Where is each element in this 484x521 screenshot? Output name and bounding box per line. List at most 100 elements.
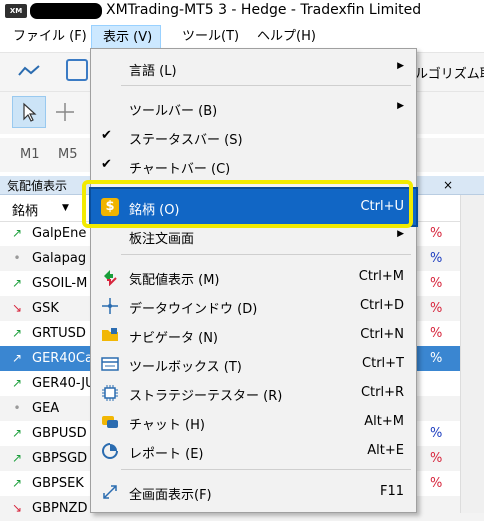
cursor-icon	[23, 102, 37, 122]
symbol-column-header[interactable]: 銘柄	[12, 200, 38, 219]
checkmark-icon: ✔	[101, 157, 112, 172]
symbol-name: GEA	[32, 401, 60, 416]
menu-separator	[121, 254, 411, 255]
change-percent: %	[430, 351, 443, 366]
app-logo-icon: XM	[5, 4, 27, 18]
menu-item-shortcut: Ctrl+M	[358, 269, 404, 284]
menu-item-label: 全画面表示(F)	[129, 488, 212, 503]
arrow-down-icon: ↘	[11, 501, 23, 515]
toolbox-icon	[101, 355, 119, 373]
menu-item-label: 言語 (L)	[129, 64, 177, 79]
menu-item-strategy-tester[interactable]: ストラテジーテスター (R) Ctrl+R	[91, 379, 416, 407]
menu-item-shortcut: Ctrl+D	[359, 298, 404, 313]
redacted-account	[30, 3, 102, 19]
menu-separator	[121, 85, 411, 86]
menu-help[interactable]: ヘルプ(H)	[252, 25, 321, 49]
menu-item-shortcut: F11	[379, 484, 404, 499]
menu-item-chat[interactable]: チャット (H) Alt+M	[91, 408, 416, 436]
fullscreen-icon	[101, 483, 119, 501]
crosshair-tool-icon[interactable]	[55, 102, 75, 122]
algo-trading-button[interactable]: ルゴリズム取引	[415, 63, 484, 82]
window-title: XMTrading-MT5 3 - Hedge - Tradexfin Limi…	[106, 2, 422, 18]
dollar-icon: $	[101, 198, 119, 216]
report-icon	[101, 442, 119, 460]
menu-item-shortcut: Ctrl+T	[362, 356, 404, 371]
submenu-arrow-icon: ▶	[397, 101, 404, 111]
symbol-name: GBPSGD	[32, 451, 88, 466]
symbol-name: GRTUSD	[32, 326, 86, 341]
symbol-name: GSK	[32, 301, 59, 316]
symbol-name: GER40-JU	[32, 376, 95, 391]
change-percent: %	[430, 326, 443, 341]
menu-item-label: データウインドウ (D)	[129, 302, 258, 317]
arrow-up-icon: ↗	[11, 426, 23, 440]
market-watch-icon	[101, 268, 119, 287]
menu-tools[interactable]: ツール(T)	[177, 25, 244, 49]
crosshair-icon	[101, 297, 119, 315]
view-menu-dropdown: 言語 (L) ▶ ツールバー (B) ▶ ✔ ステータスバー (S) ✔ チャートバー (C)…	[89, 48, 418, 513]
menu-bar: ファイル (F) 表示 (V) ツール(T) ヘルプ(H)	[0, 25, 484, 49]
chart-window-icon[interactable]	[66, 59, 88, 81]
change-percent: %	[430, 301, 443, 316]
chat-icon	[101, 413, 119, 431]
folder-icon	[101, 326, 119, 344]
menu-item-label: 銘柄 (O)	[129, 203, 180, 218]
symbol-name: GBPSEK	[32, 476, 84, 491]
arrow-up-icon: ↗	[11, 276, 23, 290]
menu-item-shortcut: Ctrl+N	[360, 327, 404, 342]
menu-item-data-window[interactable]: データウインドウ (D) Ctrl+D	[91, 292, 416, 320]
symbol-name: GalpEne	[32, 226, 87, 241]
menu-item-language[interactable]: 言語 (L) ▶	[91, 54, 416, 82]
menu-item-toolbox[interactable]: ツールボックス (T) Ctrl+T	[91, 350, 416, 378]
checkmark-icon: ✔	[101, 128, 112, 143]
symbol-name: GER40Ca	[32, 351, 93, 366]
menu-item-label: チャートバー (C)	[129, 162, 231, 177]
close-icon[interactable]: ×	[440, 176, 456, 194]
dot-icon: •	[13, 401, 21, 415]
menu-item-symbols[interactable]: $ 銘柄 (O) Ctrl+U	[89, 187, 418, 227]
arrow-up-icon: ↗	[11, 226, 23, 240]
arrow-up-icon: ↗	[11, 351, 23, 365]
cursor-tool-button[interactable]	[12, 96, 46, 128]
menu-item-label: ナビゲータ (N)	[129, 331, 219, 346]
title-bar: XM XMTrading-MT5 3 - Hedge - Tradexfin L…	[0, 0, 484, 22]
symbol-name: GBPNZD	[32, 501, 88, 516]
change-percent: %	[430, 226, 443, 241]
change-percent: %	[430, 426, 443, 441]
menu-item-label: レポート (E)	[129, 447, 204, 462]
menu-item-navigator[interactable]: ナビゲータ (N) Ctrl+N	[91, 321, 416, 349]
menu-item-reports[interactable]: レポート (E) Alt+E	[91, 437, 416, 465]
menu-item-market-watch[interactable]: 気配値表示 (M) Ctrl+M	[91, 263, 416, 291]
menu-item-label: 板注文画面	[129, 232, 195, 247]
menu-item-label: ストラテジーテスター (R)	[129, 389, 283, 404]
submenu-arrow-icon: ▶	[397, 229, 404, 239]
menu-item-chartbar[interactable]: ✔ チャートバー (C)	[91, 152, 416, 180]
change-percent: %	[430, 476, 443, 491]
menu-item-label: ツールボックス (T)	[129, 360, 242, 375]
dot-icon: •	[13, 251, 21, 265]
symbol-name: GBPUSD	[32, 426, 87, 441]
arrow-up-icon: ↗	[11, 326, 23, 340]
arrow-up-icon: ↗	[11, 451, 23, 465]
menu-item-label: ツールバー (B)	[129, 104, 218, 119]
timeframe-m1[interactable]: M1	[20, 147, 40, 162]
menu-item-shortcut: Alt+M	[364, 414, 404, 429]
change-percent: %	[430, 451, 443, 466]
menu-item-toolbar[interactable]: ツールバー (B) ▶	[91, 94, 416, 122]
menu-item-fullscreen[interactable]: 全画面表示(F) F11	[91, 478, 416, 506]
menu-item-label: ステータスバー (S)	[129, 133, 243, 148]
line-chart-icon[interactable]	[18, 63, 40, 79]
sort-down-icon[interactable]: ▼	[62, 203, 69, 213]
timeframe-m5[interactable]: M5	[58, 147, 78, 162]
menu-item-label: 気配値表示 (M)	[129, 273, 220, 288]
arrow-up-icon: ↗	[11, 476, 23, 490]
menu-item-shortcut: Ctrl+U	[360, 199, 404, 214]
submenu-arrow-icon: ▶	[397, 61, 404, 71]
menu-item-depth-of-market[interactable]: 板注文画面 ▶	[91, 222, 416, 250]
scrollbar[interactable]	[460, 195, 484, 513]
menu-view[interactable]: 表示 (V)	[91, 25, 161, 49]
menu-separator	[121, 469, 411, 470]
arrow-down-icon: ↘	[11, 301, 23, 315]
menu-item-statusbar[interactable]: ✔ ステータスバー (S)	[91, 123, 416, 151]
menu-file[interactable]: ファイル (F)	[8, 25, 92, 49]
